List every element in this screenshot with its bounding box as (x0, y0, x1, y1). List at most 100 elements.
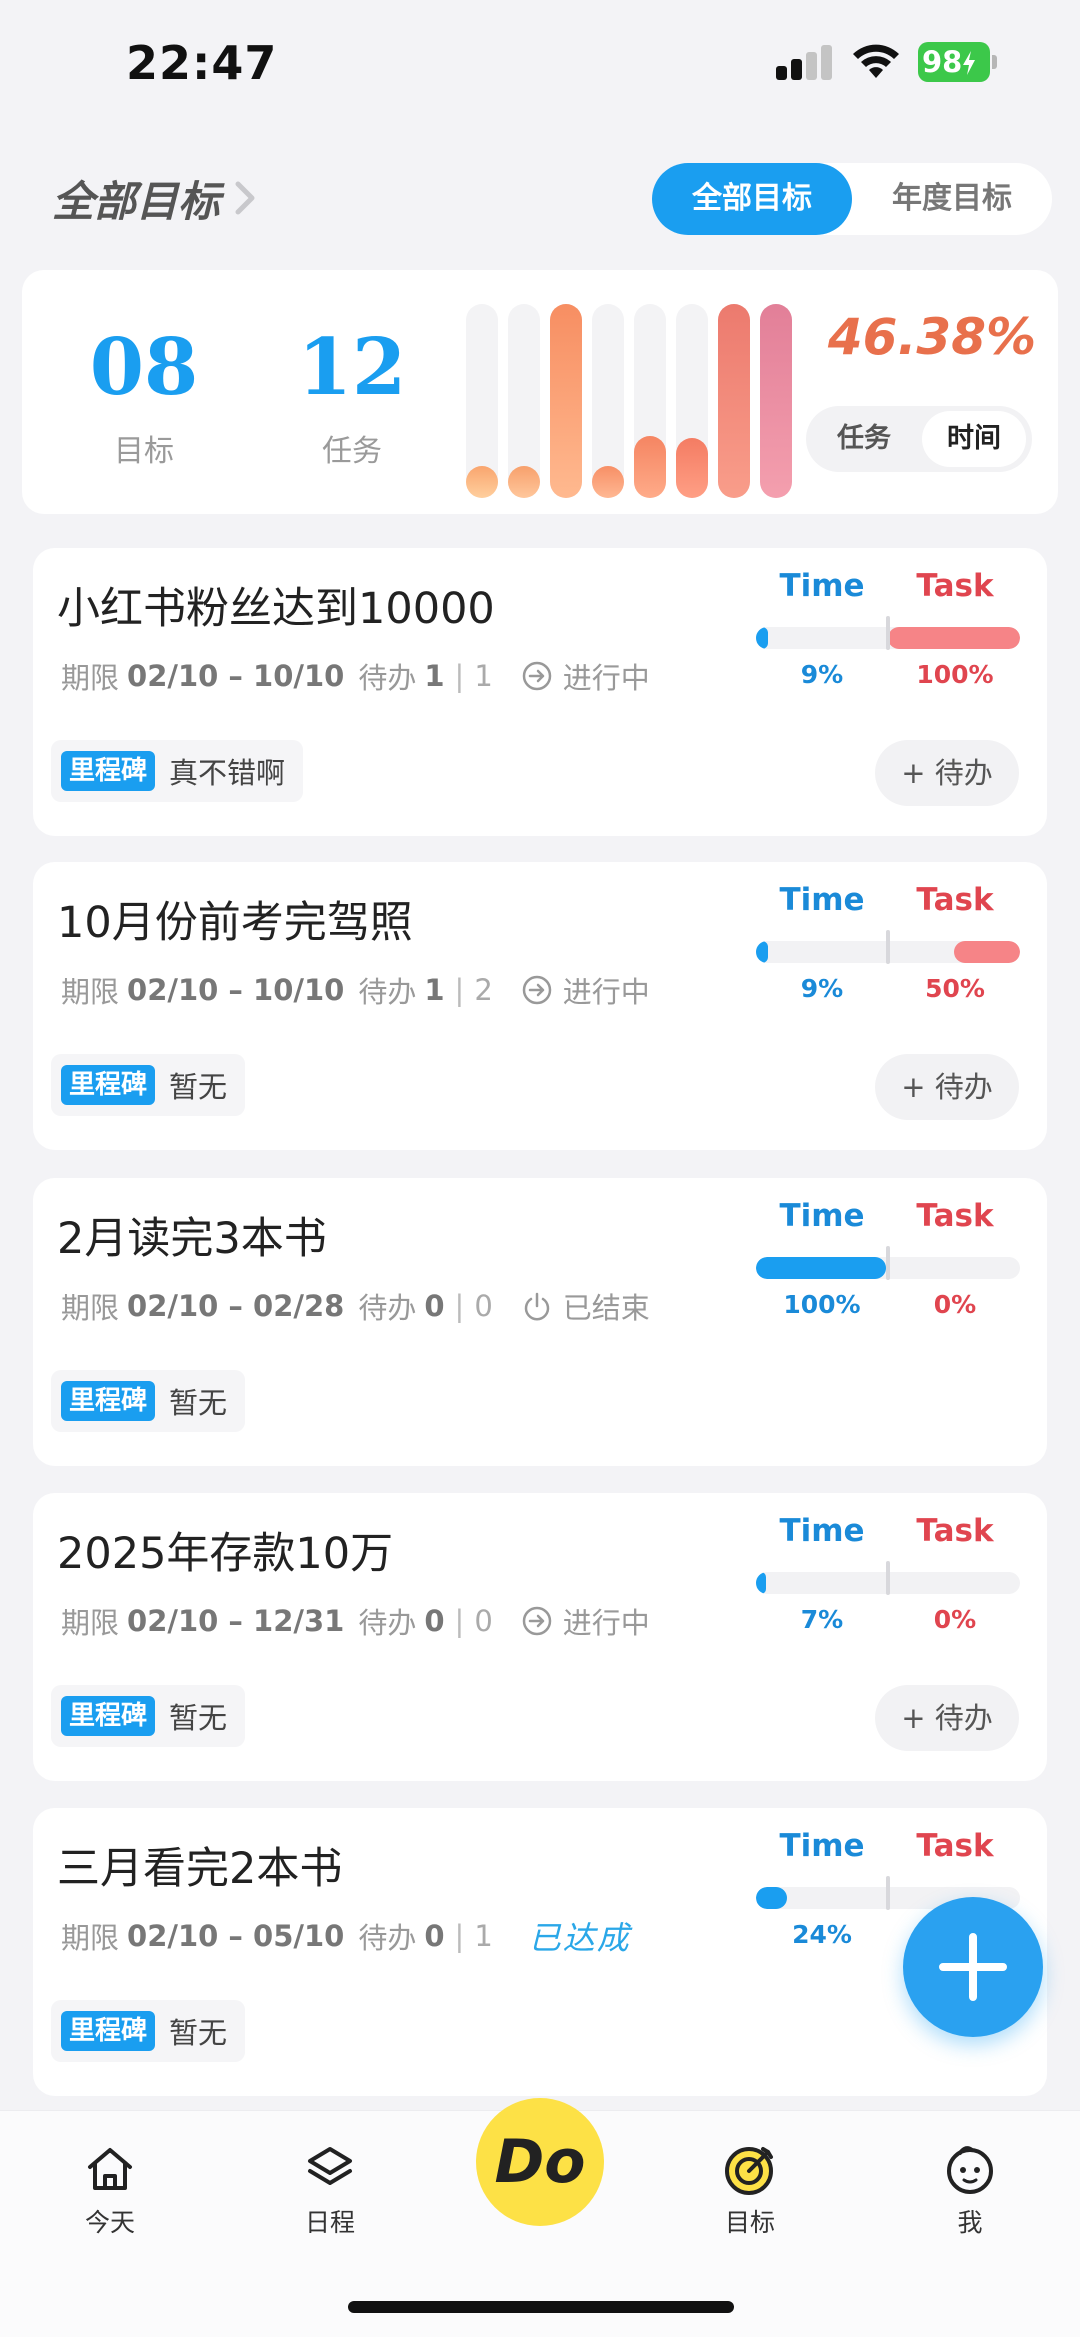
task-label: Task (916, 1828, 994, 1864)
task-label: Task (916, 568, 994, 604)
goal-status: 进行中 (562, 975, 650, 1009)
task-label: Task (916, 882, 994, 918)
wifi-icon (853, 44, 899, 78)
todo-total-count: 1 (474, 1919, 493, 1953)
milestone-tag: 里程碑 (61, 2011, 156, 2051)
battery-level: 98 (922, 45, 963, 79)
goal-status: 进行中 (562, 1606, 650, 1640)
task-label: Task (916, 1198, 994, 1234)
goal-card[interactable]: 2025年存款10万 期限 02/10 – 12/31 待办 0 | 0 进行中 里程碑 暂无 + … (33, 1493, 1047, 1781)
period-label: 期限 (61, 1606, 120, 1640)
tab-me[interactable]: 我 (910, 2141, 1030, 2239)
power-icon (524, 1292, 550, 1321)
page-title: 全部目标 (52, 176, 221, 226)
segment-annual-goals[interactable]: 年度目标 (852, 163, 1052, 235)
tab-schedule-label: 日程 (304, 2208, 355, 2237)
time-progress-fill (756, 1257, 886, 1279)
period-value: 02/10 – 02/28 (127, 1289, 345, 1323)
time-progress-fill (756, 627, 768, 649)
progress-bar (718, 304, 750, 498)
milestone-chip[interactable]: 里程碑 真不错啊 (51, 740, 304, 802)
period-label: 期限 (61, 661, 120, 695)
milestone-tag: 里程碑 (61, 1065, 156, 1105)
time-label: Time (779, 1198, 865, 1234)
time-percent: 7% (800, 1605, 844, 1634)
tab-goals[interactable]: 目标 (690, 2141, 810, 2239)
todo-open-count: 0 (424, 1919, 445, 1953)
goal-card[interactable]: 三月看完2本书 期限 02/10 – 05/10 待办 0 | 1 已达成 里程碑 暂无 Time T… (33, 1808, 1047, 2096)
goal-scope-segmented-control: 全部目标 年度目标 (652, 163, 1052, 235)
goal-meta: 期限 02/10 – 05/10 待办 0 | 1 已达成 (61, 1916, 631, 1957)
do-button[interactable]: Do (476, 2098, 604, 2226)
divider: | (454, 1604, 465, 1638)
face-icon (947, 2146, 993, 2194)
period-label: 期限 (61, 1291, 120, 1325)
todo-total-count: 0 (474, 1604, 493, 1638)
milestone-chip[interactable]: 里程碑 暂无 (51, 1370, 246, 1432)
add-todo-button[interactable]: + 待办 (875, 740, 1019, 806)
progress-bar-fill (592, 466, 624, 498)
summary-card: 08 目标 12 任务 46.38% 任务 时间 (22, 270, 1058, 514)
task-percent: 50% (925, 974, 985, 1003)
goal-meta: 期限 02/10 – 02/28 待办 0 | 0 已结束 (61, 1286, 650, 1326)
todo-label: 待办 (358, 975, 417, 1009)
segment-all-goals[interactable]: 全部目标 (652, 163, 852, 235)
tab-schedule[interactable]: 日程 (270, 2141, 390, 2239)
task-progress-fill (888, 627, 1020, 649)
period-label: 期限 (61, 1921, 120, 1955)
arrow-circle-icon (522, 661, 552, 691)
milestone-text: 暂无 (169, 2016, 228, 2050)
time-label: Time (779, 568, 865, 604)
period-value: 02/10 – 12/31 (127, 1604, 345, 1638)
time-progress-fill (756, 941, 768, 963)
goal-meta: 期限 02/10 – 10/10 待办 1 | 2 进行中 (61, 970, 650, 1010)
goal-title: 三月看完2本书 (57, 1844, 343, 1894)
battery-icon: 98 (918, 42, 998, 82)
milestone-text: 暂无 (169, 1070, 228, 1104)
progress-divider (886, 616, 890, 650)
goal-card[interactable]: 小红书粉丝达到10000 期限 02/10 – 10/10 待办 1 | 1 进行中 里程碑 真不… (33, 548, 1047, 836)
time-percent: 9% (800, 974, 844, 1003)
toggle-time[interactable]: 时间 (922, 411, 1026, 467)
goal-title: 小红书粉丝达到10000 (57, 584, 495, 634)
todo-open-count: 1 (424, 659, 445, 693)
milestone-tag: 里程碑 (61, 1381, 156, 1421)
status-bar: 22:47 98 (0, 0, 1080, 130)
add-todo-button[interactable]: + 待办 (875, 1054, 1019, 1120)
progress-bar (550, 304, 582, 498)
milestone-chip[interactable]: 里程碑 暂无 (51, 2000, 246, 2062)
milestone-chip[interactable]: 里程碑 暂无 (51, 1054, 246, 1116)
time-progress-fill (756, 1572, 766, 1594)
toggle-task[interactable]: 任务 (812, 411, 916, 467)
goal-count: 08 (89, 322, 199, 413)
todo-label: 待办 (358, 1921, 417, 1955)
task-progress-fill (954, 941, 1020, 963)
add-todo-button[interactable]: + 待办 (875, 1685, 1019, 1751)
task-percent: 0% (933, 1290, 977, 1319)
layers-icon (308, 2147, 352, 2185)
goal-card[interactable]: 2月读完3本书 期限 02/10 – 02/28 待办 0 | 0 已结束 里程碑 暂无 Time T… (33, 1178, 1047, 1466)
progress-bar (508, 304, 540, 498)
page-header[interactable]: 全部目标 (52, 166, 256, 230)
tab-today[interactable]: 今天 (50, 2141, 170, 2239)
home-indicator (348, 2301, 734, 2313)
target-icon (725, 2147, 773, 2195)
progress-bar (760, 304, 792, 498)
todo-label: 待办 (358, 661, 417, 695)
overall-percent: 46.38% (827, 308, 1037, 366)
progress-divider (886, 1876, 890, 1910)
metric-toggle: 任务 时间 (806, 406, 1032, 472)
time-label: Time (779, 1513, 865, 1549)
milestone-chip[interactable]: 里程碑 暂无 (51, 1685, 246, 1747)
goal-status: 进行中 (562, 661, 650, 695)
progress-divider (886, 1246, 890, 1280)
add-goal-button[interactable] (903, 1897, 1043, 2037)
plus-icon (939, 1933, 1007, 2001)
time-label: Time (779, 1828, 865, 1864)
todo-total-count: 2 (474, 973, 493, 1007)
time-label: Time (779, 882, 865, 918)
progress-bar-fill (466, 466, 498, 498)
progress-divider (886, 930, 890, 964)
status-time: 22:47 (126, 36, 278, 90)
goal-card[interactable]: 10月份前考完驾照 期限 02/10 – 10/10 待办 1 | 2 进行中 里程碑 暂无 + 待… (33, 862, 1047, 1150)
